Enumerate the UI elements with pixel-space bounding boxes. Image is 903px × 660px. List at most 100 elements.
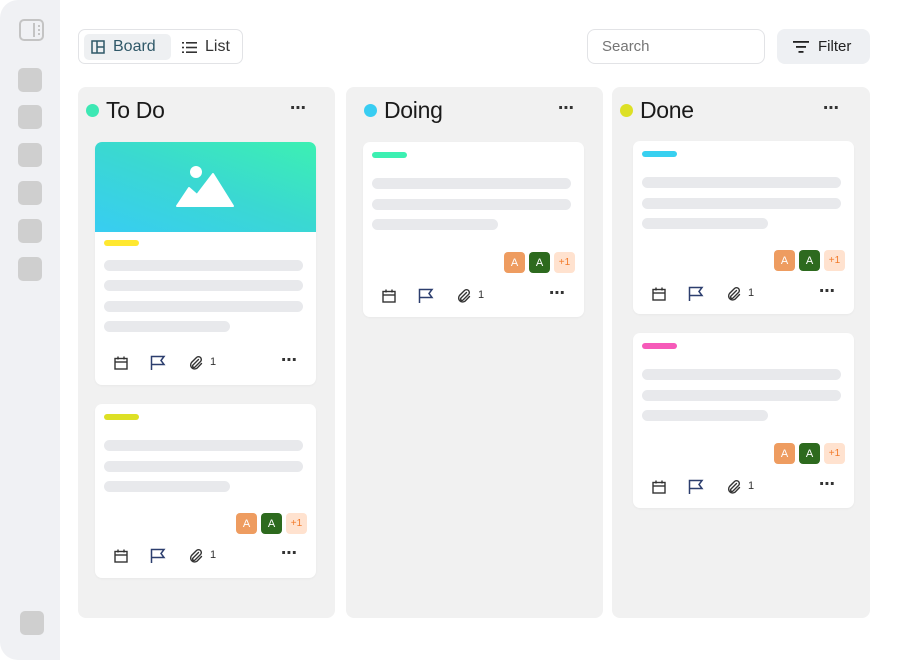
avatar[interactable]: A: [261, 513, 282, 534]
attachment-count: 1: [210, 549, 217, 561]
card-footer: 1 ⋯: [382, 285, 566, 306]
attachment-icon[interactable]: [189, 355, 203, 371]
avatar-overflow-count[interactable]: +1: [554, 252, 575, 273]
calendar-icon[interactable]: [382, 288, 396, 304]
column-header: Doing: [364, 97, 443, 124]
card-more-button[interactable]: ⋯: [819, 474, 836, 494]
text-placeholder: [104, 440, 303, 451]
filter-button[interactable]: Filter: [777, 29, 870, 64]
avatar-overflow-count[interactable]: +1: [824, 250, 845, 271]
tab-list[interactable]: List: [175, 34, 237, 60]
task-card[interactable]: A A +1 1 ⋯: [633, 333, 854, 508]
sidebar-item[interactable]: [18, 219, 42, 243]
column-header: Done: [620, 97, 694, 124]
avatar[interactable]: A: [774, 443, 795, 464]
card-cover-image: [95, 142, 316, 232]
attachment-count: 1: [478, 289, 485, 301]
card-tag: [104, 414, 139, 420]
card-more-button[interactable]: ⋯: [549, 283, 566, 303]
assignee-avatars: A A +1: [504, 252, 575, 273]
attachment-count: 1: [748, 480, 755, 492]
avatar-overflow-count[interactable]: +1: [286, 513, 307, 534]
sidebar-toggle-icon[interactable]: [19, 19, 44, 41]
avatar[interactable]: A: [236, 513, 257, 534]
calendar-icon[interactable]: [652, 286, 666, 302]
card-tag: [104, 240, 139, 246]
column-title: Doing: [384, 97, 443, 123]
avatar[interactable]: A: [799, 250, 820, 271]
avatar-overflow-count[interactable]: +1: [824, 443, 845, 464]
task-card[interactable]: A A +1 1 ⋯: [633, 141, 854, 314]
flag-icon[interactable]: [418, 288, 434, 304]
task-card[interactable]: A A +1 1 ⋯: [95, 404, 316, 578]
attachment-icon[interactable]: [189, 548, 203, 564]
card-more-button[interactable]: ⋯: [819, 281, 836, 301]
card-footer: 1 ⋯: [114, 352, 298, 373]
column-title: To Do: [106, 97, 165, 123]
filter-icon: [793, 40, 809, 53]
text-placeholder: [104, 280, 303, 291]
column-more-button[interactable]: ⋯: [558, 98, 575, 118]
attachment-icon[interactable]: [727, 286, 741, 302]
text-placeholder: [372, 219, 498, 230]
text-placeholder: [642, 177, 841, 188]
flag-icon[interactable]: [150, 355, 166, 371]
sidebar-item[interactable]: [18, 257, 42, 281]
text-placeholder: [104, 481, 230, 492]
card-more-button[interactable]: ⋯: [281, 350, 298, 370]
text-placeholder: [104, 321, 230, 332]
text-placeholder: [104, 461, 303, 472]
attachment-count: 1: [748, 287, 755, 299]
sidebar-item[interactable]: [18, 68, 42, 92]
sidebar-item[interactable]: [18, 105, 42, 129]
avatar[interactable]: A: [774, 250, 795, 271]
column-todo: To Do ⋯ 1 ⋯ A A +1 1 ⋯: [78, 87, 335, 618]
sidebar-bottom-item[interactable]: [20, 611, 44, 635]
flag-icon[interactable]: [688, 286, 704, 302]
card-footer: 1 ⋯: [652, 283, 836, 304]
sidebar-item[interactable]: [18, 143, 42, 167]
filter-label: Filter: [818, 38, 852, 55]
text-placeholder: [372, 178, 571, 189]
column-doing: Doing ⋯ A A +1 1 ⋯: [346, 87, 603, 618]
card-tag: [642, 343, 677, 349]
attachment-count: 1: [210, 356, 217, 368]
sidebar-rail: [0, 0, 60, 660]
text-placeholder: [642, 369, 841, 380]
assignee-avatars: A A +1: [774, 443, 845, 464]
assignee-avatars: A A +1: [236, 513, 307, 534]
column-more-button[interactable]: ⋯: [823, 98, 840, 118]
text-placeholder: [642, 410, 768, 421]
attachment-icon[interactable]: [457, 288, 471, 304]
card-footer: 1 ⋯: [114, 545, 298, 566]
status-dot: [620, 104, 633, 117]
column-done: Done ⋯ A A +1 1 ⋯ A A +1 1 ⋯: [612, 87, 870, 618]
task-card[interactable]: A A +1 1 ⋯: [363, 142, 584, 317]
view-switcher: Board List: [78, 29, 243, 64]
flag-icon[interactable]: [150, 548, 166, 564]
search-input[interactable]: [587, 29, 765, 64]
assignee-avatars: A A +1: [774, 250, 845, 271]
text-placeholder: [642, 218, 768, 229]
avatar[interactable]: A: [529, 252, 550, 273]
card-tag: [642, 151, 677, 157]
tab-list-label: List: [205, 38, 230, 55]
status-dot: [86, 104, 99, 117]
calendar-icon[interactable]: [114, 548, 128, 564]
status-dot: [364, 104, 377, 117]
attachment-icon[interactable]: [727, 479, 741, 495]
text-placeholder: [642, 198, 841, 209]
text-placeholder: [642, 390, 841, 401]
column-header: To Do: [86, 97, 165, 124]
task-card[interactable]: 1 ⋯: [95, 142, 316, 385]
flag-icon[interactable]: [688, 479, 704, 495]
list-icon: [182, 41, 197, 53]
calendar-icon[interactable]: [652, 479, 666, 495]
avatar[interactable]: A: [799, 443, 820, 464]
tab-board[interactable]: Board: [84, 34, 171, 60]
calendar-icon[interactable]: [114, 355, 128, 371]
sidebar-item[interactable]: [18, 181, 42, 205]
avatar[interactable]: A: [504, 252, 525, 273]
column-more-button[interactable]: ⋯: [290, 98, 307, 118]
card-more-button[interactable]: ⋯: [281, 543, 298, 563]
